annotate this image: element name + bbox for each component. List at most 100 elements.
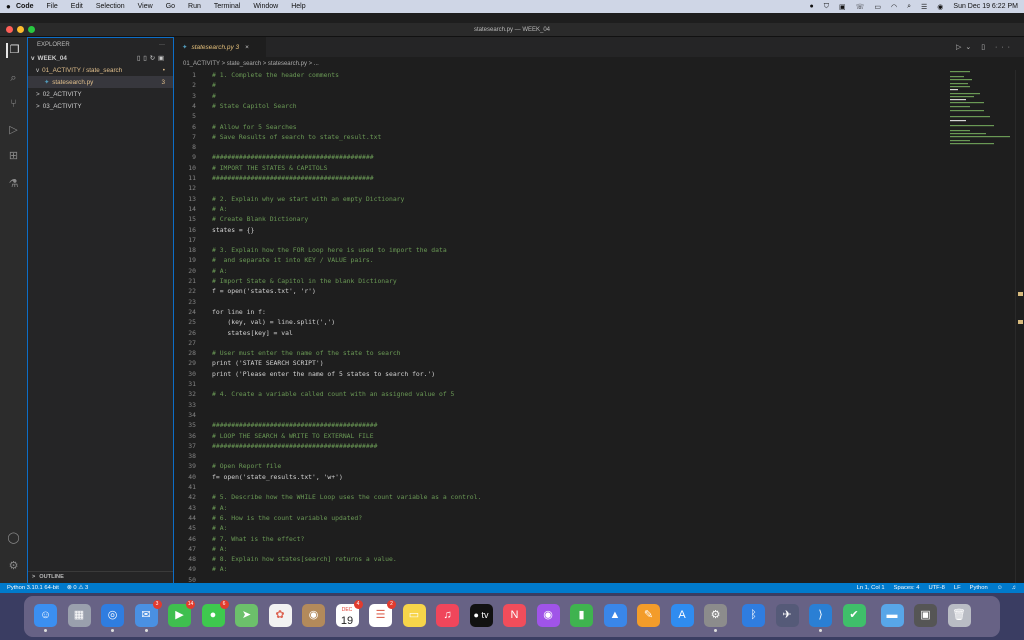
code-line[interactable]: 38 bbox=[174, 451, 1024, 461]
control-center-icon[interactable]: ☰ bbox=[921, 3, 927, 11]
code-line[interactable]: 37 ######################################… bbox=[174, 441, 1024, 451]
apple-menu-icon[interactable]: ● bbox=[6, 2, 16, 11]
code-line[interactable]: 50 bbox=[174, 575, 1024, 583]
menu-run[interactable]: Run bbox=[188, 3, 201, 10]
close-tab-icon[interactable]: × bbox=[245, 44, 249, 51]
code-line[interactable]: 28 # User must enter the name of the stat… bbox=[174, 348, 1024, 358]
keynote-icon[interactable]: ▲ bbox=[603, 604, 627, 627]
code-line[interactable]: 3 # bbox=[174, 91, 1024, 101]
code-line[interactable]: 30 print ('Please enter the name of 5 sta… bbox=[174, 369, 1024, 379]
contacts-icon[interactable]: ◉ bbox=[302, 604, 325, 627]
problems-count[interactable]: ⊗ 0 ⚠ 3 bbox=[67, 585, 88, 591]
siri-icon[interactable]: ◉ bbox=[937, 3, 943, 11]
news-icon[interactable]: N bbox=[503, 604, 526, 627]
code-line[interactable]: 13 # 2. Explain why we start with an empt… bbox=[174, 194, 1024, 204]
facetime-icon[interactable]: ▶ 14 bbox=[168, 600, 195, 627]
explorer-item[interactable]: ✦ statesearch.py 3 bbox=[28, 76, 173, 88]
code-line[interactable]: 18 # 3. Explain how the FOR Loop here is … bbox=[174, 245, 1024, 255]
display-icon[interactable]: ▣ bbox=[839, 3, 846, 11]
menu-edit[interactable]: Edit bbox=[71, 3, 83, 10]
code-line[interactable]: 43 # A: bbox=[174, 503, 1024, 513]
extensions-icon[interactable]: ⊞ bbox=[6, 149, 21, 164]
code-line[interactable]: 17 bbox=[174, 235, 1024, 245]
phone-icon[interactable]: ☏ bbox=[856, 3, 865, 11]
menubar-clock[interactable]: Sun Dec 19 6:22 PM bbox=[953, 3, 1018, 10]
code-line[interactable]: 40 f= open('state_results.txt', 'w+') bbox=[174, 472, 1024, 482]
podcasts-icon[interactable]: ◉ bbox=[536, 604, 560, 627]
code-line[interactable]: 7 # Save Results of search to state_resul… bbox=[174, 132, 1024, 142]
code-line[interactable]: 44 # 6. How is the count variable updated… bbox=[174, 513, 1024, 523]
code-line[interactable]: 26 states[key] = val bbox=[174, 328, 1024, 338]
manage-gear-icon[interactable]: ⚙ bbox=[6, 559, 21, 574]
trash-icon[interactable]: 🗑 bbox=[947, 604, 971, 627]
photos-icon[interactable]: ✿ bbox=[268, 604, 292, 627]
explorer-item[interactable]: v 01_ACTIVITY / state_search • bbox=[28, 64, 173, 76]
language-mode[interactable]: Python bbox=[970, 585, 988, 591]
finder-icon[interactable]: ☺ bbox=[34, 604, 57, 632]
code-line[interactable]: 14 # A: bbox=[174, 204, 1024, 214]
code-line[interactable]: 45 # A: bbox=[174, 523, 1024, 533]
code-line[interactable]: 41 bbox=[174, 482, 1024, 492]
code-line[interactable]: 8 bbox=[174, 142, 1024, 152]
tv-icon[interactable]: ● tv bbox=[469, 604, 493, 627]
menu-help[interactable]: Help bbox=[291, 3, 305, 10]
code-line[interactable]: 23 bbox=[174, 297, 1024, 307]
mail-icon[interactable]: ✉ 3 bbox=[134, 600, 162, 632]
code-line[interactable]: 16 states = {} bbox=[174, 225, 1024, 235]
menu-app-name[interactable]: Code bbox=[16, 3, 34, 10]
search-icon[interactable]: ⌕ bbox=[6, 71, 21, 86]
minimap[interactable] bbox=[948, 70, 1014, 170]
security-app-icon[interactable]: ✔ bbox=[842, 604, 866, 627]
tab-statesearch[interactable]: ✦ statesearch.py 3 × bbox=[174, 37, 266, 57]
messages-icon[interactable]: ● 6 bbox=[201, 600, 229, 627]
code-line[interactable]: 49 # A: bbox=[174, 564, 1024, 574]
rocket-icon[interactable]: ✈ bbox=[775, 604, 799, 627]
code-line[interactable]: 1 # 1. Complete the header comments bbox=[174, 70, 1024, 80]
battery-icon[interactable]: ▭ bbox=[874, 3, 881, 11]
code-line[interactable]: 2 # bbox=[174, 80, 1024, 90]
system-preferences-icon[interactable]: ⚙ bbox=[704, 604, 727, 632]
code-line[interactable]: 22 f = open('states.txt', 'r') bbox=[174, 286, 1024, 296]
run-debug-icon[interactable]: ▷ bbox=[6, 123, 21, 138]
code-line[interactable]: 47 # A: bbox=[174, 544, 1024, 554]
code-line[interactable]: 5 bbox=[174, 111, 1024, 121]
menu-file[interactable]: File bbox=[47, 3, 58, 10]
code-line[interactable]: 48 # 8. Explain how states[search] return… bbox=[174, 554, 1024, 564]
code-line[interactable]: 32 # 4. Create a variable called count wi… bbox=[174, 389, 1024, 399]
source-control-icon[interactable]: ⑂ bbox=[6, 97, 21, 112]
code-line[interactable]: 10 # IMPORT THE STATES & CAPITOLS bbox=[174, 163, 1024, 173]
explorer-icon[interactable]: ❐ bbox=[6, 43, 21, 58]
code-line[interactable]: 27 bbox=[174, 338, 1024, 348]
testing-icon[interactable]: ⚗ bbox=[6, 177, 21, 192]
code-line[interactable]: 20 # A: bbox=[174, 266, 1024, 276]
notes-icon[interactable]: ▭ bbox=[402, 604, 426, 627]
vpn-shield-icon[interactable]: ⛉ bbox=[824, 3, 829, 11]
workspace-folder[interactable]: v WEEK_04 ▯▯↻▣ bbox=[28, 52, 173, 64]
code-line[interactable]: 36 # LOOP THE SEARCH & WRITE TO EXTERNAL … bbox=[174, 431, 1024, 441]
menu-go[interactable]: Go bbox=[166, 3, 175, 10]
pages-icon[interactable]: ✎ bbox=[637, 604, 660, 627]
code-editor[interactable]: 1 # 1. Complete the header comments 2 #3 #4 #… bbox=[174, 70, 1024, 583]
screenshot-icon[interactable]: ▣ bbox=[914, 604, 937, 627]
indentation[interactable]: Spaces: 4 bbox=[894, 585, 920, 591]
code-line[interactable]: 39 # Open Report file bbox=[174, 461, 1024, 471]
accounts-icon[interactable]: ◯ bbox=[6, 531, 21, 546]
outline-section[interactable]: > OUTLINE bbox=[28, 571, 173, 582]
app-store-icon[interactable]: A bbox=[670, 604, 694, 627]
cursor-position[interactable]: Ln 1, Col 1 bbox=[857, 585, 885, 591]
breadcrumb[interactable]: 01_ACTIVITY > state_search > statesearch… bbox=[174, 57, 1024, 70]
launchpad-icon[interactable]: ▦ bbox=[67, 604, 91, 627]
calendar-icon[interactable]: DEC 19 4 bbox=[335, 600, 363, 627]
file-encoding[interactable]: UTF-8 bbox=[928, 585, 944, 591]
safari-icon[interactable]: ◎ bbox=[101, 604, 124, 632]
extras-icon[interactable]: ● bbox=[809, 3, 813, 10]
spotlight-search-icon[interactable]: ⌕ bbox=[907, 3, 911, 11]
python-interpreter[interactable]: Python 3.10.1 64-bit bbox=[7, 585, 59, 591]
code-line[interactable]: 12 bbox=[174, 183, 1024, 193]
code-line[interactable]: 24 for line in f: bbox=[174, 307, 1024, 317]
folder-icon[interactable]: ▬ bbox=[880, 604, 904, 627]
code-line[interactable]: 25 (key, val) = line.split(',') bbox=[174, 317, 1024, 327]
menu-selection[interactable]: Selection bbox=[96, 3, 125, 10]
wifi-icon[interactable]: ◠ bbox=[891, 3, 897, 11]
editor-actions[interactable]: ▷⌄ ▯ ··· bbox=[956, 43, 1014, 51]
